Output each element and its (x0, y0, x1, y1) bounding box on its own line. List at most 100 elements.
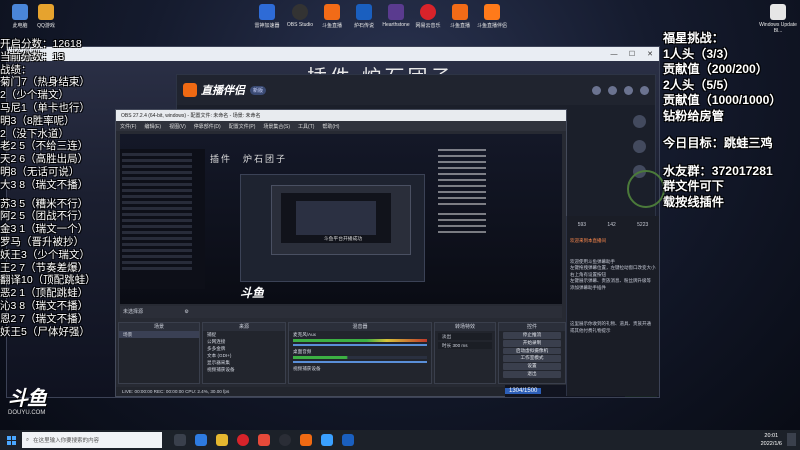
overlay-line: 开启分数：12618 (0, 38, 82, 50)
mixer-channel: 桌面音频 (293, 349, 312, 354)
obs-icon (292, 4, 308, 20)
desktop-icon-label: 斗鱼直播 (449, 23, 470, 29)
menu-view[interactable]: 视图(V) (169, 123, 186, 130)
overlay-line: 老2 5（不给三连） (0, 140, 89, 153)
source-item[interactable]: 捕捉 (203, 331, 285, 338)
qq-icon[interactable] (321, 434, 333, 446)
music-icon[interactable] (237, 434, 249, 446)
sources-panel: 来源 捕捉 公网连接 多多金牌 文本 (GDI+) 显示器采集 视频捕获设备 (202, 322, 286, 384)
source-item[interactable]: 公网连接 (203, 338, 285, 345)
transition-duration[interactable]: 时长 300 ms (438, 342, 492, 349)
settings-icon[interactable] (608, 85, 617, 95)
client-badge: 新版 (250, 85, 267, 95)
notification-icon[interactable] (787, 433, 796, 446)
no-source-label: 未选择源 (123, 309, 144, 315)
file-icon (770, 4, 786, 20)
volume-meter (293, 339, 427, 342)
overlay-line: 马尼1（单卡也行） (0, 101, 90, 114)
volume-slider[interactable] (293, 344, 427, 346)
source-item[interactable]: 视频捕获设备 (203, 366, 285, 373)
menu-help[interactable]: 帮助(H) (322, 123, 339, 130)
client-logo-icon (183, 83, 197, 97)
source-item[interactable]: 文本 (GDI+) (203, 352, 285, 359)
qq-game-icon[interactable]: QQ游戏 (24, 4, 68, 29)
stat-count: 5223 (637, 222, 649, 228)
tool-icon[interactable] (632, 140, 646, 153)
streaming-client-icon[interactable] (300, 434, 312, 446)
menu-tools[interactable]: 工具(T) (298, 123, 314, 130)
mixer-channel: 视频捕获设备 (293, 366, 321, 371)
taskbar-search[interactable]: ⌕ 在这里输入你要搜索的内容 (22, 432, 162, 448)
desktop-icon-label: 斗鱼直播 (321, 23, 342, 29)
volume-slider[interactable] (293, 361, 427, 363)
douyu-icon (484, 4, 500, 20)
obs-window[interactable]: OBS 27.2.4 (64-bit, windows) - 配置文件: 未命名… (115, 109, 568, 397)
studio-mode-button[interactable]: 工作室模式 (503, 355, 561, 363)
controls-header: 控件 (499, 323, 565, 331)
system-clock[interactable]: 20:01 2022/1/6 (761, 432, 782, 448)
tool-icon[interactable] (632, 115, 646, 128)
task-view-icon[interactable] (174, 434, 186, 446)
menu-scene-collection[interactable]: 场景集合(S) (263, 123, 290, 130)
menu-file[interactable]: 文件(F) (120, 123, 136, 130)
mixer-header: 混音器 (289, 323, 431, 331)
desktop-icon-label: 网易云音乐 (415, 23, 441, 29)
douyu-logo: 斗鱼 DOUYU.COM (8, 388, 47, 416)
hearthstone-icon (356, 4, 372, 20)
danmaku-chat-panel[interactable]: 593 142 5223 欢迎来到本直播间 欢迎使用斗鱼弹幕助手 左键拖拽弹幕位… (566, 216, 659, 396)
stop-streaming-button[interactable]: 停止推流 (503, 332, 561, 339)
start-button[interactable] (0, 430, 22, 450)
overlay-line: 当前分数：13 (0, 50, 65, 63)
settings-button[interactable]: 设置 (503, 363, 561, 370)
overlay-line: 苏3 5（糟米不行） (0, 197, 89, 210)
menu-docks[interactable]: 停靠部件(D) (194, 123, 221, 130)
controls-panel: 控件 停止推流 开始录制 启动虚拟摄像机 工作室模式 设置 退出 (498, 322, 566, 384)
obs-titlebar[interactable]: OBS 27.2.4 (64-bit, windows) - 配置文件: 未命名… (116, 110, 566, 121)
edge-icon[interactable] (195, 434, 207, 446)
start-live-ring[interactable] (627, 170, 665, 208)
menu-edit[interactable]: 编辑(E) (144, 123, 161, 130)
menu-profile[interactable]: 配置文件(P) (229, 123, 256, 130)
maximize-icon[interactable]: ☐ (623, 50, 641, 58)
transition-select[interactable]: 淡出 (438, 333, 492, 340)
overlay-line: 菊门7（热身结束） (0, 76, 90, 89)
overlay-line: 恩2 7（瑞文不播） (0, 312, 89, 325)
volume-meter (293, 356, 427, 359)
desktop-shortcut-douyu-companion[interactable]: 斗鱼直播伴侣 (470, 4, 514, 29)
exit-button[interactable]: 退出 (503, 370, 561, 378)
source-item[interactable]: 显示器采集 (203, 359, 285, 366)
overlay-line: 2（没下水道） (0, 127, 69, 140)
properties-icon[interactable]: ⚙ (184, 309, 188, 315)
accelerator-icon (259, 4, 275, 20)
overlay-line: 王2 7（节奏差爆） (0, 261, 89, 274)
overlay-line: 水友群：372017281 (663, 163, 773, 178)
obs-icon[interactable] (279, 434, 291, 446)
virtual-camera-button[interactable]: 启动虚拟摄像机 (503, 347, 561, 355)
obs-panels: 场景 场景 来源 捕捉 公网连接 多多金牌 文本 (GDI+) 显示器采集 视频… (116, 322, 568, 384)
close-icon[interactable]: ✕ (641, 50, 659, 58)
start-recording-button[interactable]: 开始录制 (503, 339, 561, 347)
douyu-icon[interactable] (258, 434, 270, 446)
clock-time: 20:01 (764, 433, 779, 439)
scene-item[interactable]: 场景 (119, 331, 199, 338)
obs-preview[interactable]: 插件 炉石团子 斗鱼平台开播成功 斗鱼 (120, 134, 562, 304)
overlay-line: 群文件可下 (663, 179, 724, 193)
hearthstone-icon[interactable] (342, 434, 354, 446)
folder-icon[interactable] (216, 434, 228, 446)
avatar-icon[interactable] (592, 85, 601, 95)
score-overlay: 开启分数：12618 当前分数：13 战绩： 菊门7（热身结束） 2（少个瑞文）… (0, 38, 115, 338)
obs-title: OBS 27.2.4 (64-bit, windows) - 配置文件: 未命名… (121, 113, 261, 119)
menu-icon[interactable] (624, 85, 633, 95)
overlay-line: 福星挑战： (663, 31, 724, 45)
douyu-icon (452, 4, 468, 20)
preview-popup: 斗鱼平台开播成功 (323, 237, 363, 242)
source-item[interactable]: 多多金牌 (203, 345, 285, 352)
overlay-line: 2人头（5/5） (663, 77, 736, 92)
taskbar: ⌕ 在这里输入你要搜索的内容 20:01 2022/1/6 (0, 430, 800, 450)
desktop-shortcut-windows-update[interactable]: Windows Update Bl... (756, 4, 800, 34)
chat-message: 左键拖拽弹幕位置，左键拉动窗口改变大小 (570, 265, 656, 270)
close-icon[interactable] (640, 85, 649, 95)
minimize-icon[interactable]: — (605, 51, 623, 58)
overlay-line: 载按线插件 (663, 194, 724, 209)
desktop-icon-label: 斗鱼直播伴侣 (476, 23, 507, 29)
